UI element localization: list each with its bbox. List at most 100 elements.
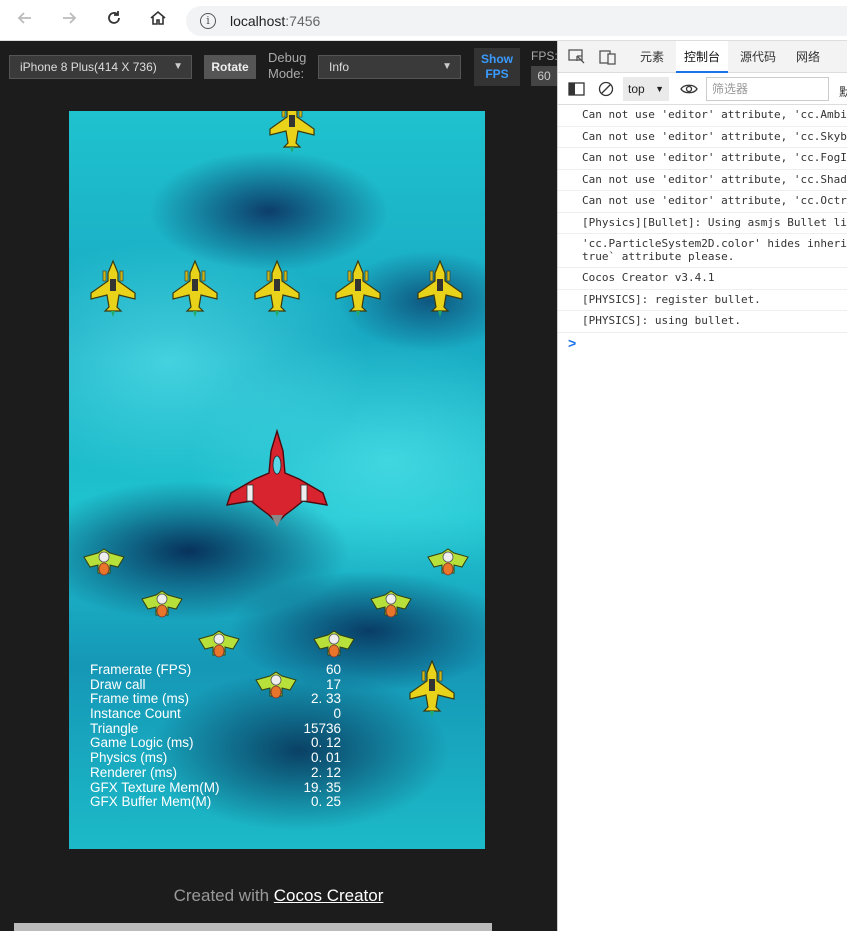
stat-label: Physics (ms): [90, 750, 168, 766]
enemy-ship: [172, 260, 218, 318]
console-message: Can not use 'editor' attribute, 'cc.Ambi…: [558, 105, 847, 127]
default-levels-select[interactable]: 默: [839, 83, 847, 100]
stat-label: Instance Count: [90, 706, 181, 722]
reload-icon: [108, 11, 120, 24]
enemy-ship: [254, 260, 300, 318]
stat-value: 0. 01: [310, 750, 341, 766]
chevron-down-icon: ▼: [173, 61, 183, 72]
clear-console-icon[interactable]: [598, 81, 616, 97]
inspect-element-icon[interactable]: [568, 49, 586, 65]
profiler-stats: Framerate (FPS) 60 Draw call 17 Frame time (…: [90, 662, 341, 810]
stat-label: Game Logic (ms): [90, 735, 194, 751]
show-fps-button[interactable]: Show FPS: [474, 48, 520, 86]
console-prompt[interactable]: >: [558, 333, 847, 353]
devtools-tabbar: 元素 控制台 源代码 网络: [558, 41, 847, 73]
debug-mode-value: Info: [329, 60, 350, 74]
enemy-ship: [417, 260, 463, 318]
caret-down-icon: ▼: [655, 84, 664, 94]
rotate-button[interactable]: Rotate: [204, 55, 256, 79]
stat-label: GFX Buffer Mem(M): [90, 794, 212, 810]
stat-row: GFX Buffer Mem(M) 0. 25: [90, 794, 341, 810]
stat-row: Game Logic (ms) 0. 12: [90, 735, 341, 751]
enemy-ship: [335, 260, 381, 318]
stat-value: 0: [333, 706, 341, 722]
stat-row: Draw call 17: [90, 676, 341, 693]
url-text: localhost:7456: [230, 13, 321, 29]
fps-input[interactable]: 60: [531, 66, 557, 86]
footer-text: Created with: [173, 886, 274, 905]
stat-label: Draw call: [90, 676, 146, 692]
device-select[interactable]: iPhone 8 Plus(414 X 736) ▼: [9, 55, 192, 79]
stat-value: 0. 12: [310, 735, 341, 751]
address-bar[interactable]: i localhost:7456: [186, 6, 847, 36]
console-message: [PHYSICS]: register bullet.: [558, 290, 847, 311]
devtools-panel: 元素 控制台 源代码 网络 top ▼ 筛选器 默 Can not use 'edito…: [557, 41, 847, 931]
preview-toolbar: iPhone 8 Plus(414 X 736) ▼ Rotate Debug …: [0, 41, 558, 91]
fps-label: FPS:: [531, 49, 558, 63]
arrow-right-icon: [63, 12, 77, 24]
enemy-ship: [409, 660, 455, 718]
stat-row: Physics (ms) 0. 01: [90, 750, 341, 766]
devtools-tab[interactable]: 网络: [788, 41, 828, 73]
context-value: top: [628, 82, 645, 96]
horizontal-scrollbar[interactable]: [14, 923, 492, 931]
console-filter-input[interactable]: 筛选器: [706, 77, 829, 101]
reload-button[interactable]: [101, 8, 127, 34]
game-preview-page: iPhone 8 Plus(414 X 736) ▼ Rotate Debug …: [0, 41, 558, 931]
stat-label: Framerate (FPS): [90, 662, 192, 677]
console-message: Can not use 'editor' attribute, 'cc.Shad…: [558, 170, 847, 191]
stat-row: Instance Count 0: [90, 706, 341, 722]
context-select[interactable]: top ▼: [623, 77, 669, 101]
browser-toolbar: i localhost:7456: [0, 0, 847, 41]
enemy-ship: [198, 630, 240, 658]
info-icon[interactable]: i: [200, 13, 216, 29]
console-message: 'cc.ParticleSystem2D.color' hides inheri…: [558, 234, 847, 268]
enemy-ship: [313, 630, 355, 658]
eye-icon[interactable]: [680, 82, 698, 98]
stat-row: Framerate (FPS) 60: [90, 662, 341, 678]
stat-label: Renderer (ms): [90, 764, 178, 780]
home-icon: [150, 10, 166, 25]
enemy-ship: [90, 260, 136, 318]
stat-row: Renderer (ms) 2. 12: [90, 764, 341, 781]
device-toolbar-icon[interactable]: [599, 49, 617, 65]
stat-value: 17: [325, 676, 341, 692]
stat-label: Triangle: [90, 720, 139, 736]
debug-mode-select[interactable]: Info ▼: [318, 55, 461, 79]
devtools-tab[interactable]: 源代码: [732, 41, 784, 73]
devtools-tab[interactable]: 元素: [632, 41, 672, 73]
enemy-ship: [83, 548, 125, 576]
cocos-creator-link[interactable]: Cocos Creator: [274, 886, 384, 905]
stat-value: 2. 12: [310, 764, 341, 780]
console-message: [PHYSICS]: using bullet.: [558, 311, 847, 333]
enemy-ship: [427, 548, 469, 576]
player-ship: [225, 428, 329, 527]
enemy-ship: [269, 111, 315, 154]
chevron-down-icon: ▼: [442, 61, 452, 72]
footer: Created with Cocos Creator: [0, 886, 557, 906]
stat-value: 2. 33: [310, 691, 341, 707]
stat-row: GFX Texture Mem(M) 19. 35: [90, 779, 341, 796]
stat-row: Triangle 15736: [90, 720, 341, 737]
stat-value: 19. 35: [303, 779, 341, 795]
console-message: [Physics][Bullet]: Using asmjs Bullet li…: [558, 213, 847, 234]
debug-mode-label: Debug Mode:: [268, 50, 307, 81]
devtools-tab[interactable]: 控制台: [676, 41, 729, 73]
game-canvas[interactable]: Framerate (FPS) 60 Draw call 17 Frame time (…: [69, 111, 485, 849]
forward-button[interactable]: [56, 8, 82, 34]
enemy-ship: [141, 590, 183, 618]
console-message: Cocos Creator v3.4.1: [558, 268, 847, 290]
back-button[interactable]: [12, 8, 38, 34]
stat-label: GFX Texture Mem(M): [90, 779, 220, 795]
console-message: Can not use 'editor' attribute, 'cc.Skyb…: [558, 127, 847, 148]
arrow-left-icon: [17, 12, 31, 24]
stat-row: Frame time (ms) 2. 33: [90, 691, 341, 707]
stat-value: 15736: [303, 720, 341, 736]
enemy-ship: [370, 590, 412, 618]
console-toolbar: top ▼ 筛选器 默: [558, 73, 847, 105]
console-message: Can not use 'editor' attribute, 'cc.FogI…: [558, 148, 847, 170]
sidebar-toggle-icon[interactable]: [568, 81, 586, 97]
home-button[interactable]: [145, 8, 171, 34]
stat-label: Frame time (ms): [90, 691, 189, 707]
device-select-value: iPhone 8 Plus(414 X 736): [20, 60, 157, 74]
